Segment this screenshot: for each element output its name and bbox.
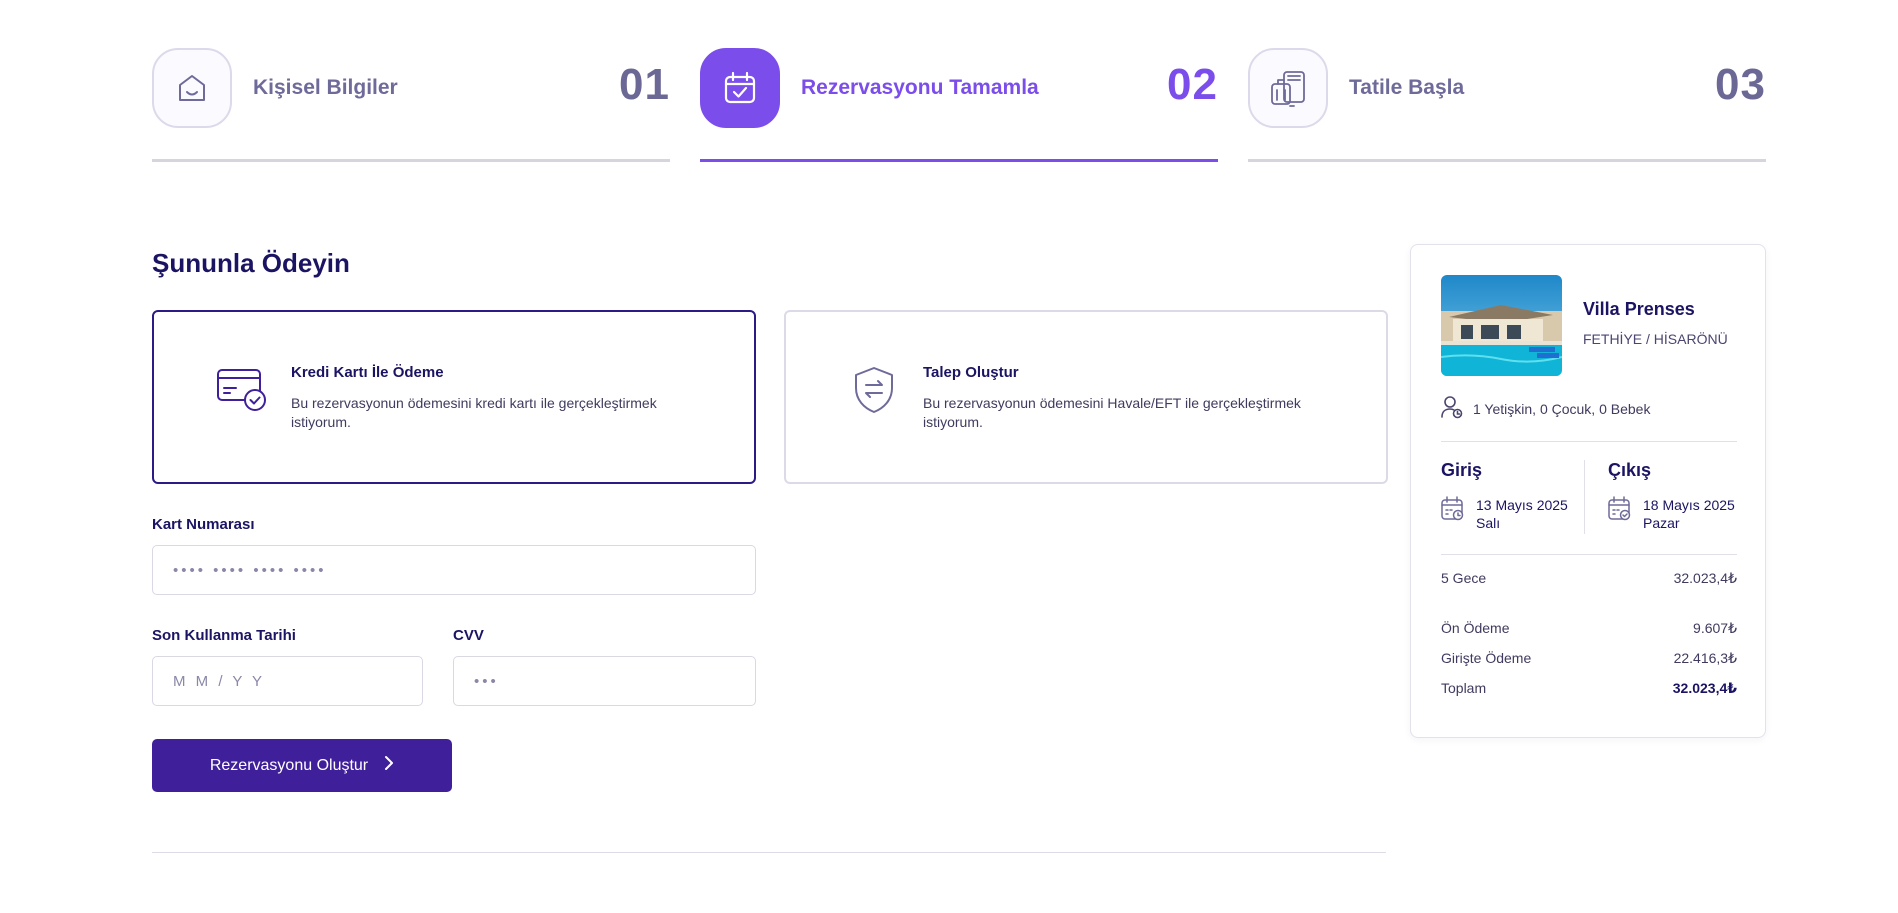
step-label: Kişisel Bilgiler [253, 76, 398, 99]
luggage-icon [1248, 48, 1328, 128]
step-number: 03 [1715, 60, 1766, 109]
calendar-check-icon [700, 48, 780, 128]
step-number: 02 [1167, 60, 1218, 109]
step-complete-reservation[interactable]: Rezervasyonu Tamamla 02 [700, 48, 1218, 162]
guest-count: 1 Yetişkin, 0 Çocuk, 0 Bebek [1473, 400, 1651, 417]
prepayment-value: 9.607₺ [1693, 620, 1737, 636]
payment-option-title: Kredi Kartı İle Ödeme [291, 364, 444, 381]
cvv-input[interactable] [453, 656, 756, 706]
create-reservation-label: Rezervasyonu Oluştur [209, 756, 369, 774]
checkin-payment-row: Girişte Ödeme 22.416,3₺ [1441, 650, 1737, 667]
checkout-date: 18 Mayıs 2025 [1643, 497, 1735, 513]
checkin-payment-value: 22.416,3₺ [1673, 650, 1737, 666]
step-start-vacation[interactable]: Tatile Başla 03 [1248, 48, 1766, 162]
expiry-date-input[interactable] [152, 656, 423, 706]
step-progress-bar [700, 159, 1218, 162]
user-icon [1441, 395, 1463, 422]
step-progress-bar [1248, 159, 1766, 162]
checkin-date: 13 Mayıs 2025 [1476, 497, 1568, 513]
guest-summary: 1 Yetişkin, 0 Çocuk, 0 Bebek [1441, 395, 1650, 422]
total-row: Toplam 32.023,4₺ [1441, 680, 1737, 697]
booking-stepper: Kişisel Bilgiler 01 Rezervasyonu Tamamla… [152, 48, 1766, 162]
checkin-payment-label: Girişte Ödeme [1441, 650, 1532, 666]
calendar-icon [1608, 496, 1632, 532]
total-label: Toplam [1441, 680, 1487, 696]
payment-option-description: Bu rezervasyonun ödemesini Havale/EFT il… [923, 395, 1301, 430]
prepayment-row: Ön Ödeme 9.607₺ [1441, 620, 1737, 637]
payment-option-description: Bu rezervasyonun ödemesini kredi kartı i… [291, 395, 657, 430]
reservation-summary-card: Villa Prenses FETHİYE / HİSARÖNÜ 1 Yetiş… [1410, 244, 1766, 738]
card-number-input[interactable] [152, 545, 756, 595]
total-value: 32.023,4₺ [1672, 680, 1737, 696]
create-reservation-button[interactable]: Rezervasyonu Oluştur [152, 739, 452, 792]
column-divider [1584, 460, 1585, 534]
card-number-label: Kart Numarası [152, 516, 255, 533]
step-number: 01 [619, 60, 670, 109]
divider [1441, 441, 1737, 442]
villa-location: FETHİYE / HİSARÖNÜ [1583, 331, 1728, 347]
payment-section-title: Şununla Ödeyin [152, 248, 350, 278]
checkin-title: Giriş [1441, 460, 1483, 480]
villa-photo[interactable] [1441, 275, 1562, 376]
checkin-day: Salı [1476, 515, 1501, 531]
home-icon [152, 48, 232, 128]
section-divider [152, 852, 1386, 853]
nights-row: 5 Gece 32.023,4₺ [1441, 570, 1737, 587]
transfer-request-option[interactable]: Talep Oluştur Bu rezervasyonun ödemesini… [784, 310, 1388, 484]
step-label: Rezervasyonu Tamamla [801, 76, 1039, 99]
nights-label: 5 Gece [1441, 570, 1487, 586]
step-label: Tatile Başla [1349, 76, 1465, 99]
checkout-day: Pazar [1643, 515, 1680, 531]
cvv-label: CVV [453, 627, 484, 644]
checkin-info: Giriş 13 Mayıs 2025 Salı [1441, 460, 1568, 531]
step-personal-info[interactable]: Kişisel Bilgiler 01 [152, 48, 670, 162]
shield-transfer-icon [848, 364, 900, 416]
calendar-icon [1441, 496, 1465, 532]
payment-option-title: Talep Oluştur [923, 364, 1019, 381]
checkout-title: Çıkış [1608, 460, 1652, 480]
nights-value: 32.023,4₺ [1673, 570, 1737, 586]
checkout-info: Çıkış 18 Mayıs 2025 Pazar [1608, 460, 1735, 531]
prepayment-label: Ön Ödeme [1441, 620, 1510, 636]
expiry-date-label: Son Kullanma Tarihi [152, 627, 296, 644]
credit-card-payment-option[interactable]: Kredi Kartı İle Ödeme Bu rezervasyonun ö… [152, 310, 756, 484]
divider [1441, 554, 1737, 555]
villa-name: Villa Prenses [1583, 299, 1695, 319]
credit-card-icon [216, 364, 268, 416]
step-progress-bar [152, 159, 670, 162]
chevron-right-icon [384, 755, 394, 776]
